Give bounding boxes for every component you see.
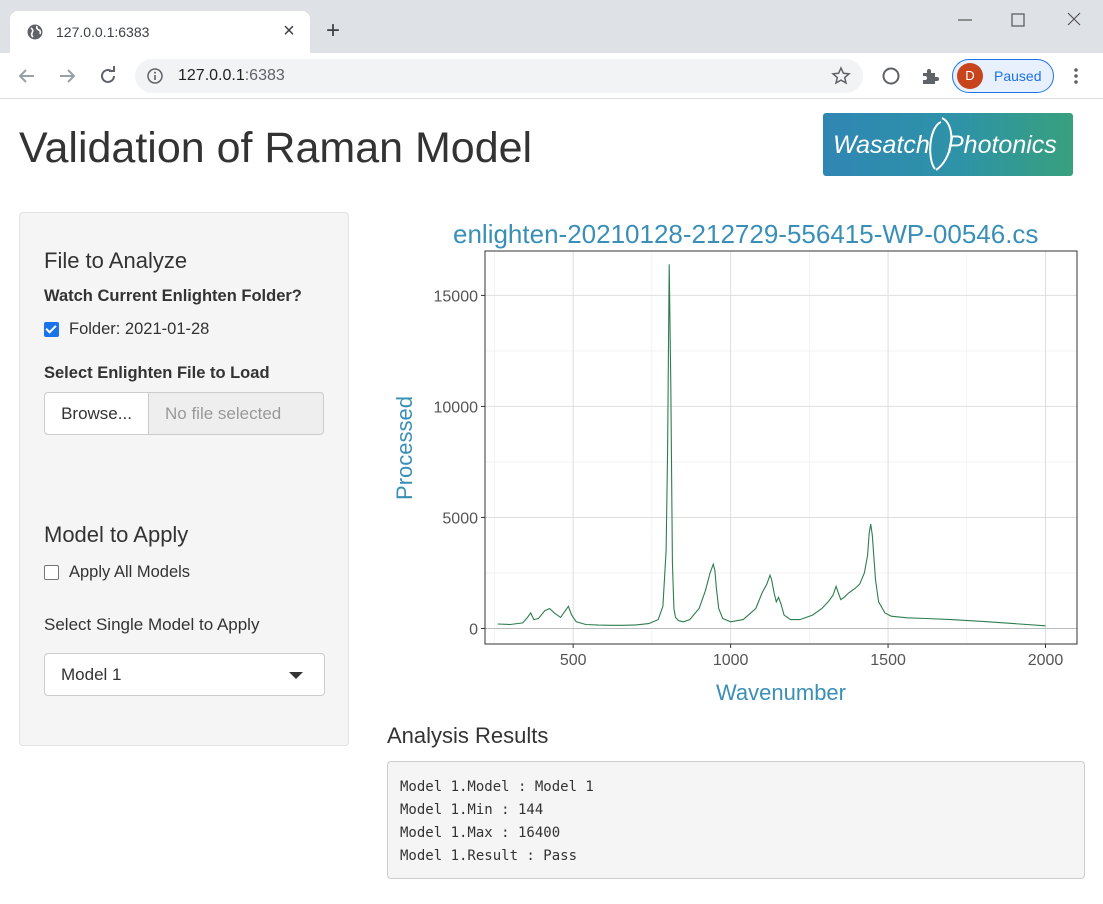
x-axis-label: Wavenumber bbox=[716, 680, 846, 705]
logo-text-wasatch: Wasatch bbox=[833, 131, 930, 159]
select-file-label: Select Enlighten File to Load bbox=[44, 364, 270, 382]
y-axis-label: Processed bbox=[392, 396, 417, 500]
analysis-results-output: Model 1.Model : Model 1 Model 1.Min : 14… bbox=[387, 761, 1085, 879]
file-input[interactable]: Browse... No file selected bbox=[44, 392, 325, 435]
spectrum-line bbox=[497, 264, 1046, 627]
spectrum-chart: enlighten-20210128-212729-556415-WP-0054… bbox=[392, 219, 1078, 705]
spectrum-plot: enlighten-20210128-212729-556415-WP-0054… bbox=[380, 210, 1103, 710]
avatar: D bbox=[957, 63, 983, 89]
x-tick-label: 1000 bbox=[713, 652, 749, 669]
model-select-value: Model 1 bbox=[61, 665, 122, 684]
bookmark-star-icon[interactable] bbox=[831, 66, 851, 86]
apply-all-row[interactable]: Apply All Models bbox=[44, 562, 190, 582]
browser-tab-strip: 127.0.0.1:6383 × + bbox=[0, 0, 1103, 53]
site-info-icon[interactable] bbox=[147, 68, 163, 84]
chart-ticks: 500 1000 1500 2000 0 5000 10000 15000 bbox=[434, 288, 1064, 669]
maximize-icon[interactable] bbox=[1005, 8, 1031, 32]
logo-graphic: Wasatch Photonics bbox=[833, 117, 1057, 171]
y-tick-label: 5000 bbox=[442, 510, 478, 527]
chart-title: enlighten-20210128-212729-556415-WP-0054… bbox=[453, 219, 1038, 249]
wasatch-photonics-logo: Wasatch Photonics bbox=[823, 113, 1073, 176]
forward-icon[interactable] bbox=[55, 64, 79, 88]
address-bar[interactable]: 127.0.0.1:6383 bbox=[135, 59, 863, 93]
x-tick-label: 2000 bbox=[1028, 652, 1064, 669]
analysis-results-title: Analysis Results bbox=[387, 723, 549, 748]
result-line: Model 1.Min : 144 bbox=[400, 802, 544, 818]
result-line: Model 1.Model : Model 1 bbox=[400, 779, 594, 795]
x-tick-label: 500 bbox=[560, 652, 587, 669]
page-title: Validation of Raman Model bbox=[19, 124, 533, 172]
result-line: Model 1.Max : 16400 bbox=[400, 825, 561, 841]
extension-circle-icon[interactable] bbox=[880, 65, 902, 87]
y-tick-label: 0 bbox=[469, 621, 478, 638]
new-tab-icon[interactable]: + bbox=[326, 19, 340, 43]
more-menu-icon[interactable] bbox=[1066, 66, 1086, 86]
globe-icon bbox=[27, 24, 43, 40]
reload-icon[interactable] bbox=[96, 64, 120, 88]
browser-toolbar: 127.0.0.1:6383 D Paused bbox=[0, 53, 1103, 99]
profile-button[interactable]: D Paused bbox=[952, 59, 1054, 93]
file-name-field[interactable]: No file selected bbox=[148, 392, 324, 435]
back-icon[interactable] bbox=[15, 64, 39, 88]
chart-grid bbox=[485, 251, 1077, 644]
model-select[interactable]: Model 1 bbox=[44, 653, 325, 696]
minimize-icon[interactable] bbox=[952, 8, 978, 32]
x-tick-label: 1500 bbox=[870, 652, 906, 669]
profile-status: Paused bbox=[994, 68, 1042, 84]
single-model-label: Select Single Model to Apply bbox=[44, 615, 260, 634]
sidebar-panel: File to Analyze Watch Current Enlighten … bbox=[19, 212, 349, 746]
apply-all-checkbox[interactable] bbox=[44, 564, 59, 580]
folder-checkbox[interactable] bbox=[44, 321, 59, 337]
plot-panel-border bbox=[484, 250, 1078, 645]
y-tick-label: 10000 bbox=[434, 399, 479, 416]
close-tab-icon[interactable]: × bbox=[280, 21, 298, 41]
logo-text-photonics: Photonics bbox=[947, 131, 1057, 159]
y-tick-label: 15000 bbox=[434, 288, 479, 305]
tab-title: 127.0.0.1:6383 bbox=[56, 24, 150, 40]
watch-folder-label: Watch Current Enlighten Folder? bbox=[44, 287, 302, 305]
dropdown-caret-icon bbox=[289, 672, 303, 679]
url-port: :6383 bbox=[244, 67, 285, 84]
extensions-puzzle-icon[interactable] bbox=[919, 65, 941, 87]
browse-button[interactable]: Browse... bbox=[44, 392, 149, 435]
folder-checkbox-label: Folder: 2021-01-28 bbox=[69, 319, 210, 338]
url-host: 127.0.0.1 bbox=[178, 67, 245, 84]
browser-tab[interactable]: 127.0.0.1:6383 × bbox=[10, 11, 310, 53]
url-text: 127.0.0.1:6383 bbox=[178, 67, 285, 85]
file-section-title: File to Analyze bbox=[44, 248, 188, 273]
model-section-title: Model to Apply bbox=[44, 522, 189, 547]
apply-all-label: Apply All Models bbox=[69, 562, 191, 581]
folder-checkbox-row[interactable]: Folder: 2021-01-28 bbox=[44, 319, 209, 339]
window-close-icon[interactable] bbox=[1061, 8, 1087, 32]
result-line: Model 1.Result : Pass bbox=[400, 848, 578, 864]
